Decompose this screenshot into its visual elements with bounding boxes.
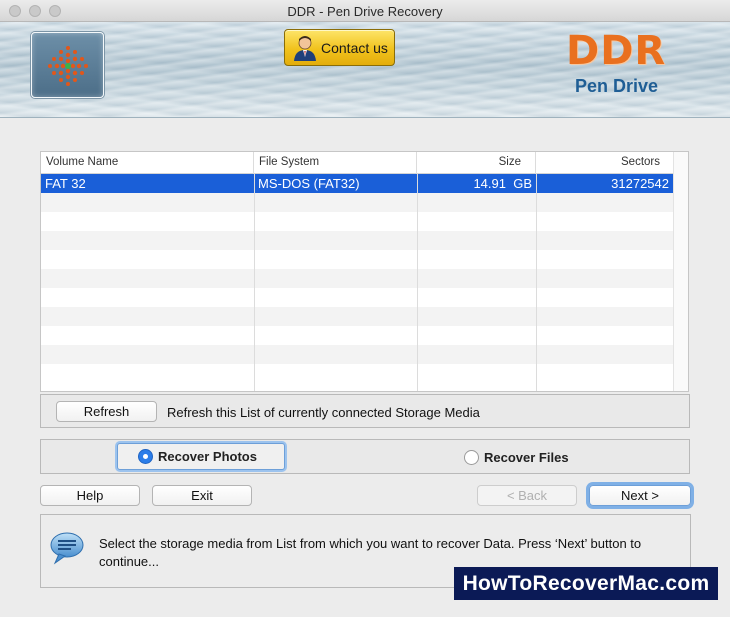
app-logo	[31, 32, 104, 98]
cell-sectors: 31272542	[611, 176, 669, 191]
exit-button[interactable]: Exit	[152, 485, 252, 506]
column-divider	[536, 174, 537, 391]
watermark: HowToRecoverMac.com	[454, 567, 718, 600]
help-button[interactable]: Help	[40, 485, 140, 506]
refresh-button[interactable]: Refresh	[56, 401, 157, 422]
recover-photos-radio[interactable]	[138, 449, 153, 464]
brand-title: DDR	[566, 28, 667, 74]
recover-files-label: Recover Files	[484, 450, 569, 465]
recover-files-option[interactable]: Recover Files	[464, 444, 614, 471]
ddr-logo-icon	[48, 46, 88, 86]
table-row[interactable]: FAT 32 MS-DOS (FAT32) 14.91 GB 31272542	[41, 174, 675, 193]
cell-file-system: MS-DOS (FAT32)	[258, 176, 360, 191]
recovery-mode-panel: Recover Photos Recover Files	[40, 439, 690, 474]
empty-row	[41, 364, 675, 383]
empty-row	[41, 231, 675, 250]
recover-photos-option[interactable]: Recover Photos	[117, 443, 285, 470]
title-bar: DDR - Pen Drive Recovery	[0, 0, 730, 22]
contact-person-icon	[294, 35, 316, 61]
refresh-panel: Refresh Refresh this List of currently c…	[40, 394, 690, 428]
empty-row	[41, 345, 675, 364]
empty-row	[41, 269, 675, 288]
cell-volume-name: FAT 32	[45, 176, 86, 191]
window-title: DDR - Pen Drive Recovery	[287, 4, 443, 19]
next-button[interactable]: Next >	[589, 485, 691, 506]
column-header-file-system[interactable]: File System	[254, 152, 417, 174]
cell-size: 14.91 GB	[473, 176, 532, 191]
column-header-volume-name[interactable]: Volume Name	[41, 152, 254, 174]
column-divider	[417, 174, 418, 391]
empty-row	[41, 212, 675, 231]
empty-row	[41, 326, 675, 345]
back-button[interactable]: < Back	[477, 485, 577, 506]
speech-bubble-icon	[50, 532, 84, 565]
column-divider	[254, 174, 255, 391]
storage-media-table[interactable]: Volume Name File System Size Sectors FAT…	[40, 151, 689, 392]
contact-us-label: Contact us	[321, 39, 388, 56]
recover-files-radio[interactable]	[464, 450, 479, 465]
table-scrollbar[interactable]	[673, 152, 688, 391]
info-message: Select the storage media from List from …	[99, 536, 642, 569]
recover-photos-label: Recover Photos	[158, 449, 257, 464]
refresh-description: Refresh this List of currently connected…	[167, 405, 480, 420]
header-banner: Contact us DDR Pen Drive	[0, 22, 730, 118]
brand-subtitle: Pen Drive	[575, 76, 659, 96]
empty-row	[41, 250, 675, 269]
table-header: Volume Name File System Size Sectors	[41, 152, 675, 174]
empty-row	[41, 307, 675, 326]
contact-us-button[interactable]: Contact us	[284, 29, 395, 66]
table-rows: FAT 32 MS-DOS (FAT32) 14.91 GB 31272542	[41, 174, 675, 383]
empty-row	[41, 288, 675, 307]
column-header-sectors[interactable]: Sectors	[536, 152, 675, 174]
column-header-size[interactable]: Size	[417, 152, 536, 174]
empty-row	[41, 193, 675, 212]
